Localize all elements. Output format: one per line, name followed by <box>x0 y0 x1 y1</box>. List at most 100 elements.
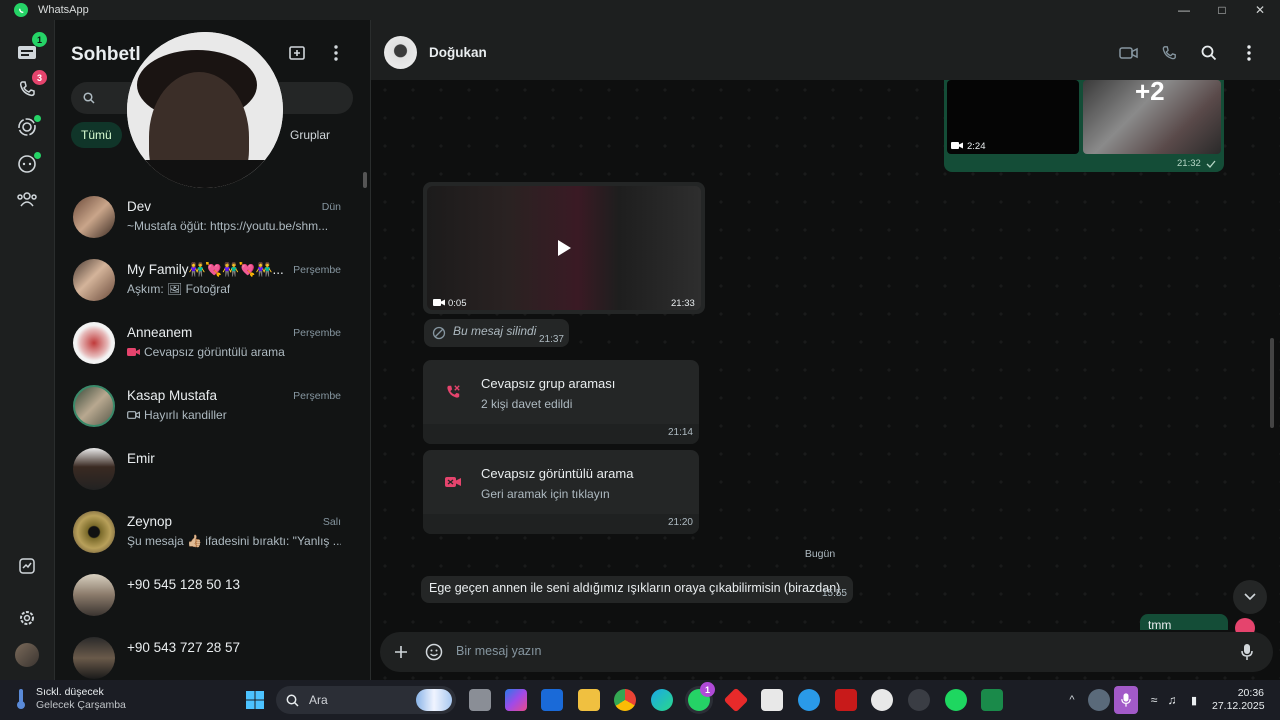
incoming-text-message[interactable]: Ege geçen annen ile seni aldığımız ışıkl… <box>421 576 853 603</box>
obs-icon[interactable] <box>908 689 930 711</box>
chat-name: Zeynop <box>127 514 173 529</box>
spotify-icon[interactable] <box>945 689 967 711</box>
plus-icon <box>395 646 407 658</box>
message-text: tmm <box>1148 618 1172 632</box>
voice-message-button[interactable] <box>1236 641 1258 663</box>
chat-list-item[interactable]: Anneanem Perşembe Cevapsız görüntülü ara… <box>55 314 370 377</box>
message-input[interactable]: Bir mesaj yazın <box>456 644 541 658</box>
channels-dot <box>34 152 41 159</box>
chevron-down-icon <box>1244 593 1256 601</box>
call-subtitle: Geri aramak için tıklayın <box>481 487 610 501</box>
search-in-chat-button[interactable] <box>1198 42 1220 64</box>
message-time: 21:33 <box>671 298 695 309</box>
onedrive-icon[interactable] <box>1088 689 1110 711</box>
message-time: 21:37 <box>538 334 564 345</box>
search-icon <box>1201 45 1217 61</box>
anydesk-icon[interactable] <box>723 687 749 713</box>
chats-badge: 1 <box>32 32 47 47</box>
edge-icon[interactable] <box>651 689 673 711</box>
chat-list-item[interactable]: Emir <box>55 440 370 503</box>
window-title: WhatsApp <box>38 4 89 16</box>
video-call-button[interactable] <box>1118 42 1140 64</box>
chats-nav-button[interactable]: 1 <box>14 32 47 66</box>
incoming-video-message[interactable]: 0:05 21:33 <box>423 182 705 314</box>
new-chat-button[interactable] <box>286 42 308 64</box>
media-tile-video[interactable]: 2:24 <box>947 80 1079 154</box>
emoji-sticker-button[interactable] <box>423 641 445 663</box>
battery-icon[interactable]: ▮ <box>1183 689 1205 711</box>
blocked-icon <box>432 326 446 340</box>
file-explorer-icon[interactable] <box>578 689 600 711</box>
profile-nav-button[interactable] <box>14 642 40 668</box>
chat-list-item[interactable]: +90 545 128 50 13 <box>55 566 370 629</box>
voice-call-button[interactable] <box>1158 42 1180 64</box>
chat-list-item[interactable]: Kasap Mustafa Perşembe Hayırlı kandiller <box>55 377 370 440</box>
menu-button[interactable] <box>325 42 347 64</box>
filter-all-chip[interactable]: Tümü <box>71 122 122 148</box>
chat-list-item[interactable]: Zeynop Salı Şu mesaja 👍🏼 ifadesini bırak… <box>55 503 370 566</box>
excel-icon[interactable] <box>981 689 1003 711</box>
communities-nav-button[interactable] <box>14 186 40 212</box>
contact-name[interactable]: Doğukan <box>429 45 487 60</box>
antivirus-icon[interactable] <box>835 689 857 711</box>
close-button[interactable]: ✕ <box>1241 0 1279 20</box>
chrome-icon[interactable] <box>614 689 636 711</box>
attach-button[interactable] <box>390 641 412 663</box>
outgoing-text-message[interactable]: tmm <box>1140 614 1228 632</box>
chat-list-scrollbar[interactable] <box>363 172 367 188</box>
chat-list-item[interactable]: My Family👫💘👫💘👫... Perşembe Aşkım: 🖼 Foto… <box>55 251 370 314</box>
status-nav-button[interactable] <box>14 114 41 140</box>
missed-call-icon <box>447 385 460 398</box>
taskbar-clock[interactable]: 20:36 27.12.2025 <box>1212 687 1265 713</box>
chat-time: Perşembe <box>293 327 341 339</box>
missed-video-call-message[interactable]: Cevapsız görüntülü arama Geri aramak içi… <box>423 450 699 534</box>
missed-video-icon-box <box>435 464 471 500</box>
store-icon[interactable] <box>761 689 783 711</box>
chat-list-item[interactable]: +90 543 727 28 57 <box>55 629 370 680</box>
message-time: 21:20 <box>667 517 693 528</box>
title-bar: WhatsApp — □ ✕ <box>0 0 1280 20</box>
copilot-icon[interactable] <box>505 689 527 711</box>
outlook-icon[interactable] <box>541 689 563 711</box>
media-tile-more[interactable]: +2 <box>1083 76 1221 154</box>
whatsapp-taskbar-icon[interactable]: 1 <box>688 682 715 711</box>
chat-preview-text: Hayırlı kandiller <box>144 408 227 422</box>
contact-avatar[interactable] <box>384 36 417 69</box>
sticker-icon <box>425 643 443 661</box>
meta-ai-nav-button[interactable] <box>14 553 40 579</box>
tray-chevron-up-icon[interactable]: ^ <box>1061 689 1083 711</box>
chat-preview: Aşkım: 🖼 Fotoğraf <box>127 282 231 296</box>
calls-nav-button[interactable]: 3 <box>14 70 47 102</box>
webcam-overlay <box>127 32 283 188</box>
chatgpt-icon[interactable] <box>871 689 893 711</box>
chat-name: +90 545 128 50 13 <box>127 577 240 592</box>
app-icon[interactable] <box>798 689 820 711</box>
clock-date: 27.12.2025 <box>1212 700 1265 712</box>
volume-icon[interactable]: ♫ <box>1161 689 1183 711</box>
avatar <box>73 511 115 553</box>
task-view-icon[interactable] <box>469 689 491 711</box>
scroll-to-bottom-button[interactable] <box>1233 580 1267 614</box>
chat-list-item[interactable]: Dev Dün ~Mustafa öğüt: https://youtu.be/… <box>55 188 370 251</box>
calls-badge: 3 <box>32 70 47 85</box>
missed-group-call-message[interactable]: Cevapsız grup araması 2 kişi davet edild… <box>423 360 699 444</box>
video-thumbnail[interactable]: 0:05 21:33 <box>427 186 701 310</box>
chat-preview: Şu mesaja 👍🏼 ifadesini bıraktı: "Yanlış … <box>127 534 341 548</box>
call-title: Cevapsız grup araması <box>481 376 616 391</box>
weather-widget[interactable]: Sıckl. düşecek Gelecek Çarşamba <box>14 686 126 712</box>
maximize-button[interactable]: □ <box>1203 0 1241 20</box>
settings-nav-button[interactable] <box>14 605 40 631</box>
play-button[interactable] <box>550 234 578 262</box>
conversation-header: Doğukan <box>371 20 1280 80</box>
microphone-icon <box>1241 644 1253 660</box>
filter-groups-chip[interactable]: Gruplar <box>280 122 340 148</box>
minimize-button[interactable]: — <box>1165 0 1203 20</box>
start-button[interactable] <box>244 689 266 711</box>
outgoing-media-message[interactable]: 2:24 +2 21:32 <box>944 76 1224 172</box>
chat-menu-button[interactable] <box>1238 42 1260 64</box>
taskbar-search[interactable]: Ara <box>276 686 456 714</box>
microphone-in-use-icon[interactable] <box>1114 686 1138 714</box>
channels-nav-button[interactable] <box>14 151 41 177</box>
avatar <box>73 259 115 301</box>
conversation-scrollbar[interactable] <box>1270 338 1274 428</box>
